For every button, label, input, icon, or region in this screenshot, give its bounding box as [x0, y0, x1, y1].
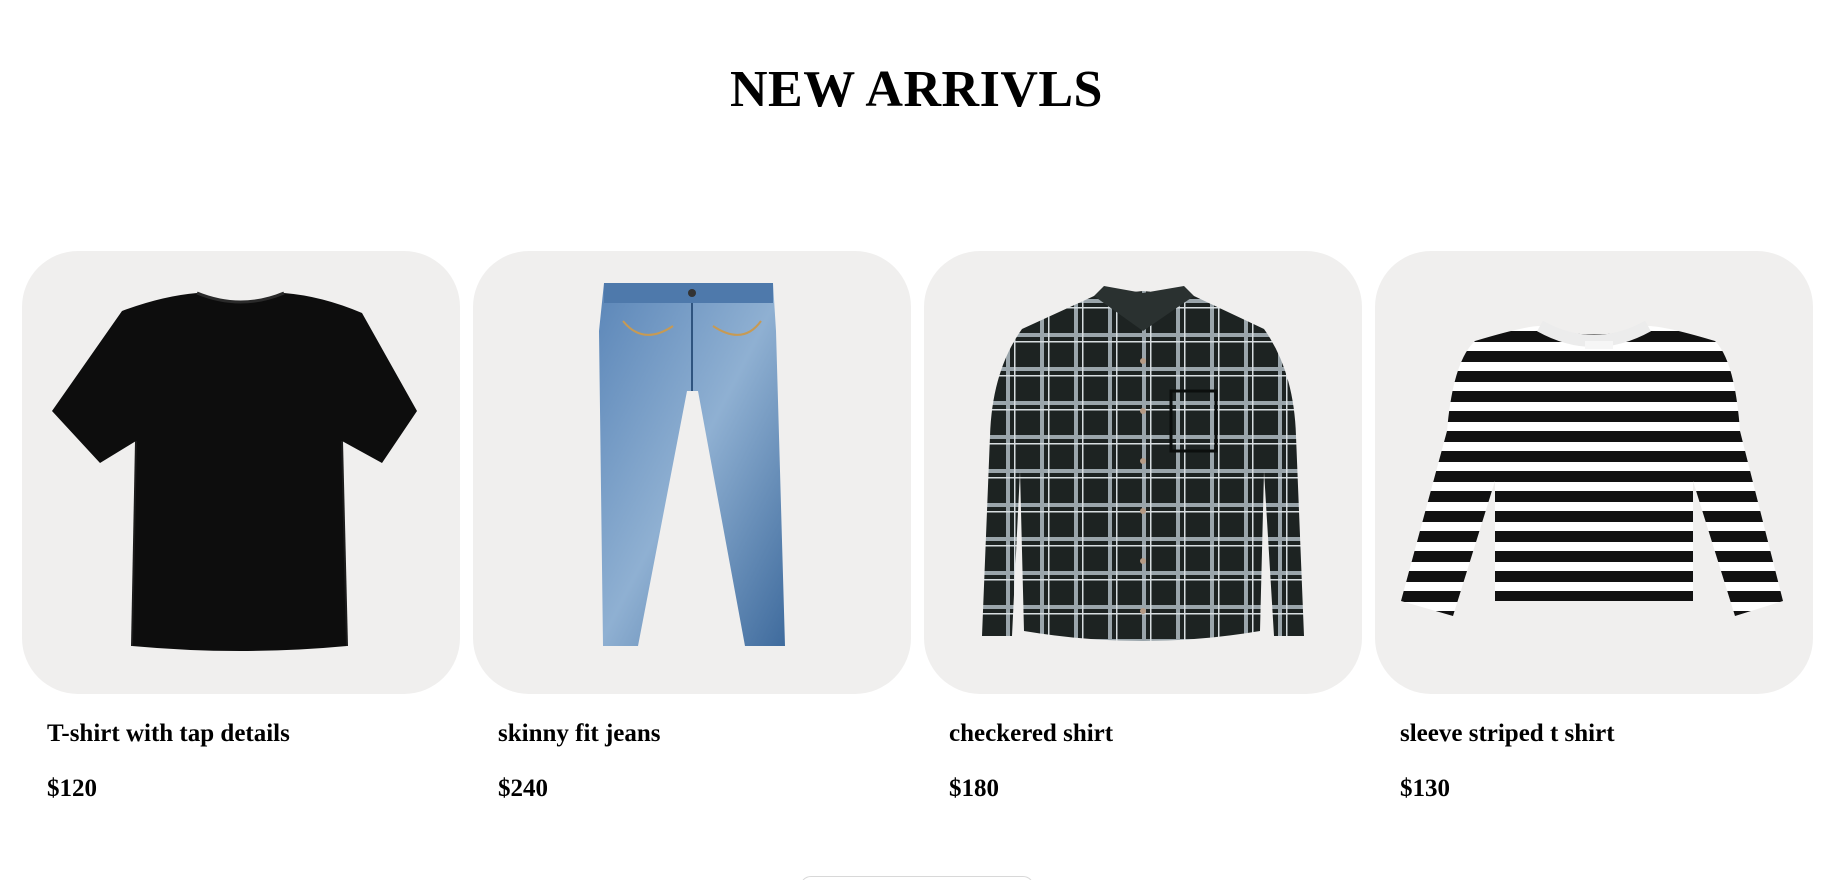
plaid-shirt-image — [982, 286, 1304, 641]
product-price: $120 — [47, 775, 97, 802]
product-image[interactable] — [22, 251, 460, 694]
product-price: $240 — [498, 775, 548, 802]
product-list: T-shirt with tap details $120 skinny fit… — [22, 251, 1814, 804]
product-card[interactable]: checkered shirt $180 — [924, 251, 1362, 804]
product-image[interactable] — [473, 251, 911, 694]
product-card[interactable]: skinny fit jeans $240 — [473, 251, 911, 804]
product-name[interactable]: skinny fit jeans — [498, 719, 911, 749]
new-arrivals-page: NEW ARRIVLS T-shirt with tap details $12… — [0, 0, 1833, 880]
black-tshirt-image — [52, 291, 417, 651]
section-title: NEW ARRIVLS — [730, 61, 1103, 118]
blue-jeans-image — [599, 283, 785, 646]
product-card[interactable]: sleeve striped t shirt $130 — [1375, 251, 1813, 804]
view-all-button[interactable] — [800, 876, 1034, 880]
product-image[interactable] — [924, 251, 1362, 694]
striped-longsleeve-image — [1401, 320, 1783, 616]
product-name[interactable]: T-shirt with tap details — [47, 719, 460, 749]
product-image[interactable] — [1375, 251, 1813, 694]
product-name[interactable]: sleeve striped t shirt — [1400, 719, 1813, 749]
product-price: $180 — [949, 775, 999, 802]
product-name[interactable]: checkered shirt — [949, 719, 1362, 749]
product-card[interactable]: T-shirt with tap details $120 — [22, 251, 460, 804]
product-price: $130 — [1400, 775, 1450, 802]
